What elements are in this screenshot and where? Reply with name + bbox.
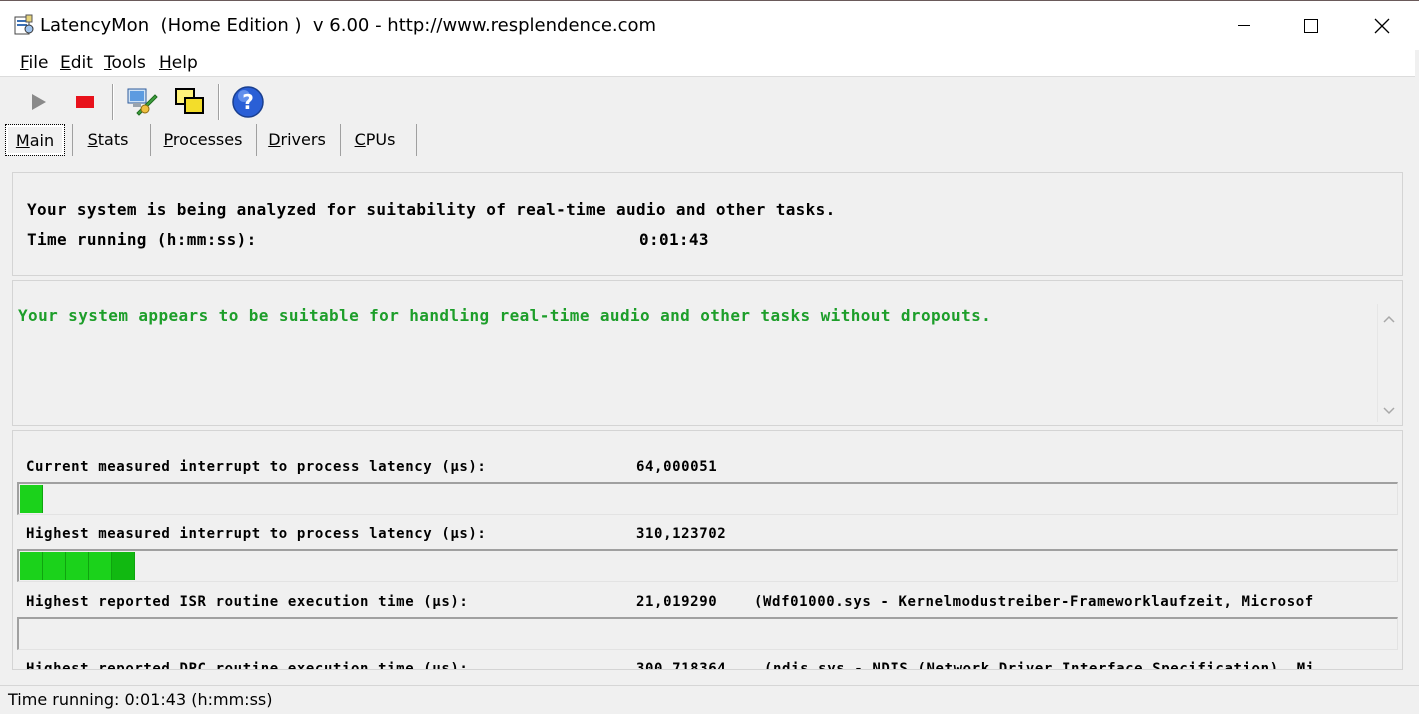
metric-value: 64,000051 [636,459,718,475]
scroll-up-icon[interactable] [1381,312,1397,328]
current-latency-bar [17,482,1398,515]
windows-button[interactable] [172,84,208,120]
app-icon [14,14,34,36]
window-border [1415,50,1419,714]
menu-file[interactable]: File [20,53,48,73]
minimize-button[interactable] [1209,1,1279,51]
verdict-panel [12,280,1403,426]
metric-label: Highest measured interrupt to process la… [26,526,487,542]
bar-segment [66,552,89,580]
help-icon: ? [232,86,264,118]
verdict-message: Your system appears to be suitable for h… [18,306,992,325]
analyze-icon [127,88,158,116]
metric-detail: (ndis.sys - NDIS (Network Driver Interfa… [764,661,1315,670]
stop-button[interactable] [67,84,103,120]
metric-value: 21,019290 [636,594,718,610]
analyze-button[interactable] [124,84,160,120]
stop-icon [76,96,94,108]
tab-processes[interactable]: Processes [156,124,250,156]
tab-separator [256,124,257,156]
bar-segment [89,552,112,580]
scroll-down-icon[interactable] [1381,402,1397,418]
maximize-button[interactable] [1276,1,1346,51]
help-button[interactable]: ? [230,84,266,120]
isr-time-bar [17,617,1398,650]
tab-main[interactable]: Main [5,124,65,156]
analysis-message: Your system is being analyzed for suitab… [27,200,836,219]
metric-label: Highest reported ISR routine execution t… [26,594,469,610]
tab-separator [150,124,151,156]
tab-cpus[interactable]: CPUs [346,124,404,156]
start-button[interactable] [20,84,56,120]
latency-bar-fill [20,552,135,580]
window-title: LatencyMon (Home Edition ) v 6.00 - http… [40,15,657,36]
time-running-label: Time running (h:mm:ss): [27,230,257,249]
toolbar: ? [0,78,1419,124]
svg-text:?: ? [242,90,254,114]
tab-separator [72,124,73,156]
menu-tools[interactable]: Tools [104,53,146,73]
play-icon [32,94,46,110]
close-icon [1374,18,1390,34]
tab-separator [340,124,341,156]
bar-segment [112,552,135,580]
status-bar-text: Time running: 0:01:43 (h:mm:ss) [8,690,273,709]
metric-value: 310,123702 [636,526,727,542]
metric-value: 300,718364 [636,661,727,670]
windows-icon [175,88,204,114]
toolbar-separator [112,84,114,120]
menu-edit[interactable]: Edit [60,53,93,73]
tab-stats[interactable]: Stats [76,124,140,156]
close-button[interactable] [1347,1,1417,51]
metric-label: Highest reported DPC routine execution t… [26,661,469,670]
time-running-value: 0:01:43 [639,230,709,249]
verdict-scrollbar[interactable] [1377,304,1399,422]
tab-separator [416,124,417,156]
maximize-icon [1304,19,1318,33]
title-bar: LatencyMon (Home Edition ) v 6.00 - http… [0,0,1419,50]
metric-label: Current measured interrupt to process la… [26,459,487,475]
highest-latency-bar [17,549,1398,582]
toolbar-separator [218,84,220,120]
analysis-status-panel: Your system is being analyzed for suitab… [12,172,1403,276]
bar-segment [43,552,66,580]
latency-bar-fill [20,485,43,513]
tab-strip: Main Stats Processes Drivers CPUs [0,124,1419,158]
metric-detail: (Wdf01000.sys - Kernelmodustreiber-Frame… [754,594,1314,610]
bar-segment [20,485,43,513]
menu-help[interactable]: Help [159,53,198,73]
bar-segment [20,552,43,580]
status-bar: Time running: 0:01:43 (h:mm:ss) [0,685,1419,714]
menu-bar: File Edit Tools Help [0,50,1419,77]
minimize-icon [1238,25,1250,26]
tab-drivers[interactable]: Drivers [262,124,332,156]
